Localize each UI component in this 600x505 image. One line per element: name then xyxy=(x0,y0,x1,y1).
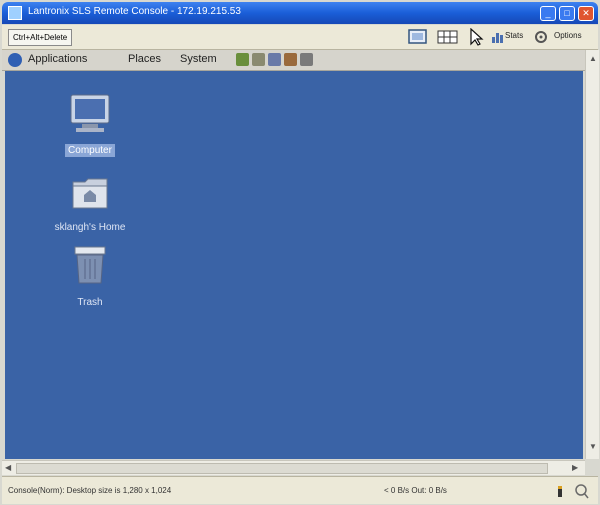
scroll-left-arrow-icon[interactable]: ◀ xyxy=(5,463,11,472)
close-icon: ✕ xyxy=(582,8,590,18)
system-menu[interactable]: System xyxy=(180,53,217,65)
home-folder-icon xyxy=(72,178,108,209)
maximize-icon: □ xyxy=(564,8,570,18)
status-throughput: < 0 B/s Out: 0 B/s xyxy=(384,486,447,495)
desktop-icon-label: sklangh's Home xyxy=(54,222,126,233)
desktop-icon-trash[interactable]: Trash xyxy=(40,243,140,310)
mail-launcher-icon[interactable] xyxy=(252,53,265,66)
close-button[interactable]: ✕ xyxy=(578,6,594,21)
desktop-icon-label: Trash xyxy=(77,297,103,308)
connection-status-icon xyxy=(558,486,562,497)
terminal-launcher-icon[interactable] xyxy=(268,53,281,66)
resize-grip-icon[interactable] xyxy=(572,483,590,499)
computer-icon xyxy=(70,94,110,132)
console-toolbar: Ctrl+Alt+Delete Stats Options xyxy=(2,25,598,50)
desktop-icon-home[interactable]: sklangh's Home xyxy=(40,174,140,235)
app-icon xyxy=(8,6,22,20)
horizontal-scrollbar[interactable]: ◀ ▶ xyxy=(2,460,585,475)
applications-menu[interactable]: Applications xyxy=(28,53,87,65)
gnome-foot-icon[interactable] xyxy=(8,53,22,67)
horizontal-scroll-thumb[interactable] xyxy=(16,463,548,474)
gnome-top-panel: Applications Places System xyxy=(2,50,585,71)
maximize-button[interactable]: □ xyxy=(559,6,575,21)
remote-desktop[interactable]: Computer sklangh's Home Trash xyxy=(5,71,583,459)
status-desktop-size: Console(Norm): Desktop size is 1,280 x 1… xyxy=(8,486,172,495)
minimize-icon: _ xyxy=(545,8,551,18)
editor-launcher-icon[interactable] xyxy=(284,53,297,66)
ctrl-alt-delete-button[interactable]: Ctrl+Alt+Delete xyxy=(8,29,73,46)
options-button[interactable]: Options xyxy=(554,31,582,40)
title-bar[interactable]: Lantronix SLS Remote Console - 172.19.21… xyxy=(2,2,598,24)
scroll-down-arrow-icon[interactable]: ▼ xyxy=(589,442,597,451)
mouse-pointer-icon[interactable] xyxy=(467,28,489,46)
scroll-up-arrow-icon[interactable]: ▲ xyxy=(589,54,597,63)
desktop-icon-computer[interactable]: Computer xyxy=(40,93,140,158)
scroll-right-arrow-icon[interactable]: ▶ xyxy=(572,463,578,472)
vertical-scrollbar[interactable]: ▲ ▼ xyxy=(585,50,599,459)
help-launcher-icon[interactable] xyxy=(300,53,313,66)
stats-button[interactable]: Stats xyxy=(505,31,523,40)
trash-icon xyxy=(74,246,106,284)
window-title: Lantronix SLS Remote Console - 172.19.21… xyxy=(28,6,241,17)
keyboard-grid-icon[interactable] xyxy=(436,28,460,46)
gear-icon[interactable] xyxy=(532,28,550,46)
browser-launcher-icon[interactable] xyxy=(236,53,249,66)
stats-icon[interactable] xyxy=(490,28,504,46)
screenshot-icon[interactable] xyxy=(407,28,431,46)
desktop-icon-label: Computer xyxy=(65,144,115,157)
status-bar: Console(Norm): Desktop size is 1,280 x 1… xyxy=(2,476,598,504)
places-menu[interactable]: Places xyxy=(128,53,161,65)
minimize-button[interactable]: _ xyxy=(540,6,556,21)
remote-console-window: Lantronix SLS Remote Console - 172.19.21… xyxy=(0,0,600,505)
